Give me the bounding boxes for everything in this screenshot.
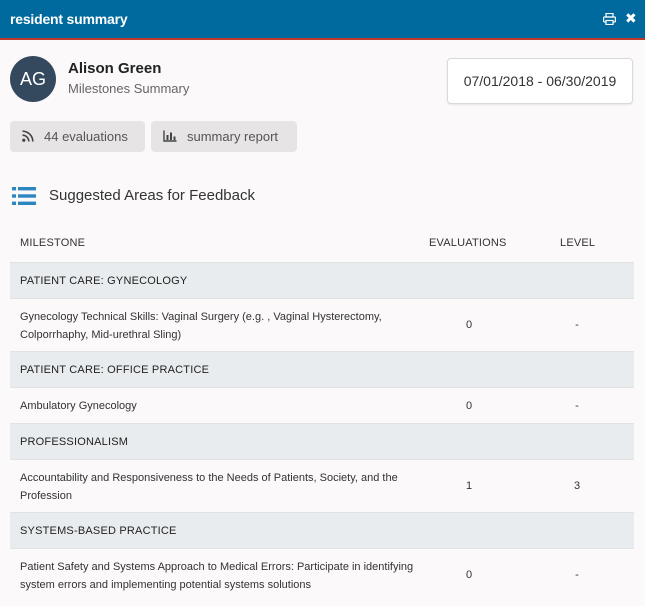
level-value: -: [575, 569, 579, 581]
column-header-level: LEVEL: [560, 237, 596, 249]
evaluations-count: 1: [465, 480, 473, 492]
bar-chart-icon: [163, 130, 177, 142]
summary-report-button[interactable]: summary report: [151, 121, 297, 152]
window-title: resident summary: [10, 11, 128, 27]
table-row: Patient Safety and Systems Approach to M…: [10, 548, 634, 606]
group-row: PROFESSIONALISM: [10, 423, 634, 459]
feedback-section-title: Suggested Areas for Feedback: [49, 187, 255, 204]
group-name: PATIENT CARE: OFFICE PRACTICE: [20, 364, 210, 376]
evaluations-label: 44 evaluations: [44, 129, 128, 144]
list-icon: [12, 187, 36, 205]
evaluations-button[interactable]: 44 evaluations: [10, 121, 145, 152]
group-row: SYSTEMS-BASED PRACTICE: [10, 512, 634, 548]
group-row: PATIENT CARE: OFFICE PRACTICE: [10, 351, 634, 387]
resident-subtitle: Milestones Summary: [68, 81, 190, 96]
group-name: PATIENT CARE: GYNECOLOGY: [20, 275, 188, 287]
window-titlebar: resident summary ✖: [0, 0, 645, 40]
table-row: Ambulatory Gynecology 0 -: [10, 387, 634, 423]
resident-name: Alison Green: [68, 60, 162, 77]
column-header-milestone: MILESTONE: [20, 237, 86, 249]
evaluations-count: 0: [465, 569, 473, 581]
rss-icon: [22, 130, 34, 142]
milestone-name: Gynecology Technical Skills: Vaginal Sur…: [20, 311, 382, 341]
close-icon[interactable]: ✖: [625, 11, 637, 25]
summary-report-label: summary report: [187, 129, 279, 144]
level-value: -: [575, 400, 579, 412]
group-name: SYSTEMS-BASED PRACTICE: [20, 525, 177, 537]
print-icon[interactable]: [603, 13, 616, 25]
milestone-name: Patient Safety and Systems Approach to M…: [20, 561, 414, 591]
milestone-name: Accountability and Responsiveness to the…: [20, 472, 398, 502]
date-range-selector[interactable]: 07/01/2018 - 06/30/2019: [447, 58, 633, 104]
milestone-name: Ambulatory Gynecology: [20, 400, 137, 412]
avatar: AG: [10, 56, 56, 102]
evaluations-count: 0: [465, 319, 473, 331]
table-row: Accountability and Responsiveness to the…: [10, 459, 634, 512]
evaluations-count: 0: [465, 400, 473, 412]
group-row: PATIENT CARE: GYNECOLOGY: [10, 262, 634, 298]
level-value: 3: [573, 480, 581, 492]
column-header-evaluations: EVALUATIONS: [429, 237, 507, 249]
group-name: PROFESSIONALISM: [20, 436, 129, 448]
level-value: -: [575, 319, 579, 331]
table-row: Gynecology Technical Skills: Vaginal Sur…: [10, 298, 634, 351]
